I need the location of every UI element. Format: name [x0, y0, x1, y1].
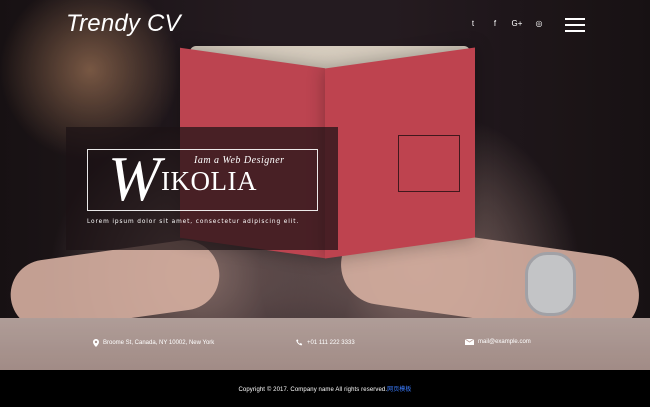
social-links: t f G+ ◎ — [469, 19, 543, 28]
menu-bar-top — [565, 18, 585, 20]
email-contact: mail@example.com — [465, 339, 531, 345]
twitter-icon[interactable]: t — [469, 19, 477, 28]
dribbble-icon[interactable]: ◎ — [535, 19, 543, 28]
copyright-line: Copyright © 2017. Company name All right… — [0, 384, 650, 393]
phone-icon — [296, 339, 303, 346]
intro-description: Lorem ipsum dolor sit amet, consectetur … — [87, 219, 300, 225]
facebook-icon[interactable]: f — [491, 19, 499, 28]
email-text[interactable]: mail@example.com — [478, 339, 531, 345]
address-text: Broome St, Canada, NY 10002, New York — [103, 340, 215, 346]
intro-name-rest: IKOLIA — [160, 166, 257, 196]
site-footer: Copyright © 2017. Company name All right… — [0, 370, 650, 407]
footer-template-link[interactable]: 网页模板 — [387, 387, 411, 393]
address-contact: Broome St, Canada, NY 10002, New York — [93, 339, 214, 347]
contact-bar: Broome St, Canada, NY 10002, New York +0… — [0, 333, 650, 358]
menu-bar-middle — [565, 24, 585, 26]
menu-bar-bottom — [565, 30, 585, 32]
phone-contact: +01 111 222 3333 — [296, 339, 355, 346]
hamburger-menu-icon[interactable] — [565, 18, 585, 32]
site-logo[interactable]: Trendy CV — [66, 10, 181, 38]
intro-name: WIKOLIA — [108, 148, 257, 211]
envelope-icon — [465, 339, 474, 345]
google-plus-icon[interactable]: G+ — [512, 19, 523, 28]
phone-text: +01 111 222 3333 — [307, 339, 355, 346]
copyright-text: Copyright © 2017. Company name All right… — [238, 387, 388, 393]
intro-name-initial: W — [108, 144, 161, 214]
location-pin-icon — [93, 339, 99, 347]
